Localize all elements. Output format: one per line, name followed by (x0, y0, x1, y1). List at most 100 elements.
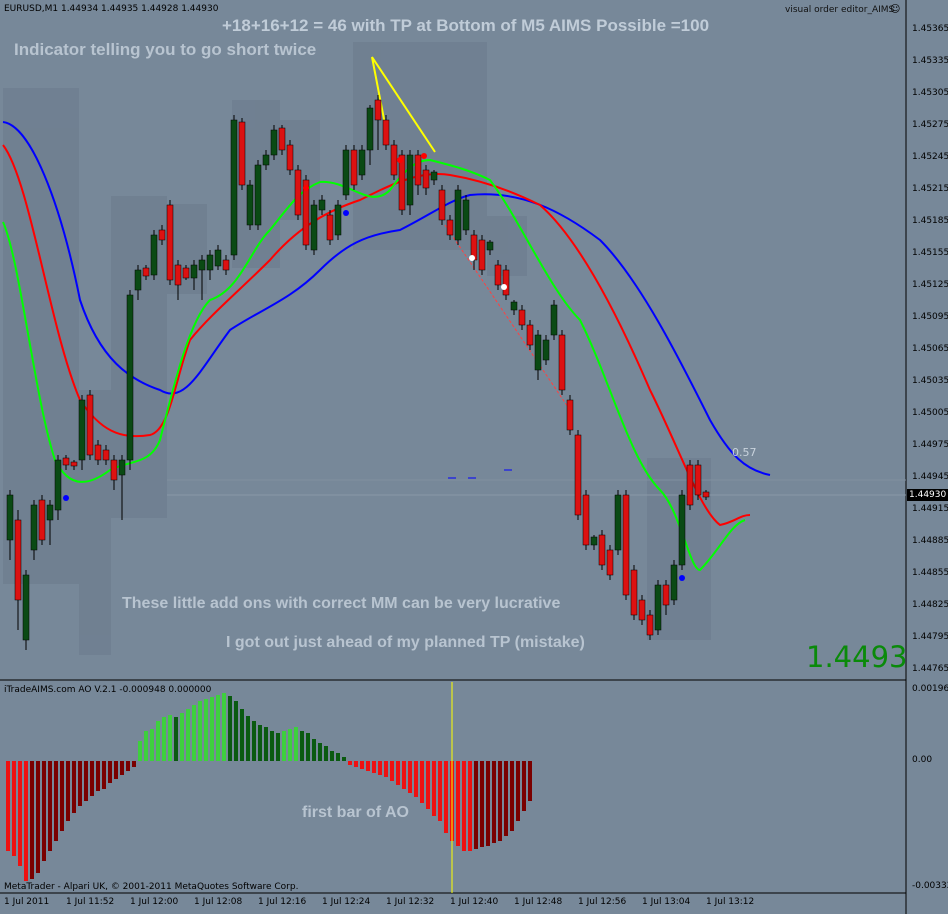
ao-bar (384, 761, 388, 777)
candle-body (670, 564, 678, 601)
signal-dot (469, 255, 475, 261)
candle-body (478, 239, 486, 271)
title-note: +18+16+12 = 46 with TP at Bottom of M5 A… (222, 16, 710, 35)
candle-body (366, 107, 374, 151)
candle-body (390, 144, 398, 176)
signal-dot (679, 575, 685, 581)
time-tick: 1 Jul 12:56 (578, 897, 627, 907)
ao-bar (90, 761, 94, 796)
candle-body (430, 171, 438, 181)
candle-body (86, 394, 94, 456)
ao-bar (336, 753, 340, 761)
ao-bar (192, 705, 196, 761)
price-tick: 1.45065 (912, 344, 948, 354)
ao-bar (522, 761, 526, 811)
time-tick: 1 Jul 12:24 (322, 897, 371, 907)
candle-body (190, 264, 198, 279)
price-tick: 1.44765 (912, 664, 948, 674)
time-tick: 1 Jul 11:52 (66, 897, 115, 907)
candle-body (534, 334, 542, 371)
signal-dot (397, 157, 403, 163)
candle-body (214, 249, 222, 267)
ao-bar (66, 761, 70, 821)
ao-bar (444, 761, 448, 833)
ao-bar (234, 701, 238, 761)
ao-bar (294, 727, 298, 761)
candle-body (414, 154, 422, 186)
ao-bar (120, 761, 124, 775)
ao-bar (84, 761, 88, 801)
price-tick: 1.45305 (912, 88, 948, 98)
ao-bar (54, 761, 58, 841)
editor-label[interactable]: visual order editor_AIMS (785, 5, 894, 15)
ao-bar (324, 746, 328, 761)
candle-body (118, 459, 126, 476)
time-tick: 1 Jul 12:08 (194, 897, 243, 907)
candle-body (318, 199, 326, 211)
ao-bar (132, 761, 136, 767)
ao-bar (72, 761, 76, 813)
ao-bar (306, 733, 310, 761)
ao-bar (366, 761, 370, 771)
ao-bar (360, 761, 364, 769)
ao-bar (186, 709, 190, 761)
candle-body (606, 549, 614, 576)
ao-bar (408, 761, 412, 793)
ao-bar (114, 761, 118, 779)
candle-body (342, 149, 350, 196)
ao-bar (270, 731, 274, 761)
price-chart-canvas[interactable] (0, 0, 948, 914)
ao-bar (258, 725, 262, 761)
exit-note: I got out just ahead of my planned TP (m… (226, 634, 585, 651)
candle-body (278, 127, 286, 151)
ao-histogram (6, 693, 532, 881)
candle-body (142, 267, 150, 277)
signal-dot (501, 284, 507, 290)
price-tick: 1.45095 (912, 312, 948, 322)
ao-bar (252, 721, 256, 761)
ao-bar (96, 761, 100, 791)
price-tick: 1.45275 (912, 120, 948, 130)
ao-bar (204, 699, 208, 761)
candle-body (374, 99, 382, 121)
price-tick: 1.45155 (912, 248, 948, 258)
short-note: Indicator telling you to go short twice (14, 40, 317, 59)
time-tick: 1 Jul 12:16 (258, 897, 307, 907)
candle-body (150, 234, 158, 276)
candle-body (310, 204, 318, 251)
ao-bar (36, 761, 40, 873)
ao-bar (438, 761, 442, 821)
candle-body (510, 301, 518, 311)
candle-body (14, 519, 22, 601)
ao-bar (300, 731, 304, 761)
ao-bar (144, 731, 148, 761)
signal-dot (343, 210, 349, 216)
ao-bar (492, 761, 496, 843)
ao-bar (318, 743, 322, 761)
candle-body (542, 339, 550, 361)
ao-bar (486, 761, 490, 846)
ao-bar (216, 695, 220, 761)
candle-body (526, 324, 534, 346)
candle-body (158, 229, 166, 241)
candle-body (22, 574, 30, 641)
ao-bar (168, 715, 172, 761)
candle-body (638, 599, 646, 621)
ao-bar (180, 713, 184, 761)
ao-bar (288, 729, 292, 761)
candle-body (262, 154, 270, 166)
ao-bar (474, 761, 478, 849)
price-tick: 1.45035 (912, 376, 948, 386)
ao-bar (414, 761, 418, 797)
price-tick: 1.44855 (912, 568, 948, 578)
time-tick: 1 Jul 2011 (4, 897, 50, 907)
ao-tick-zero: 0.00 (912, 755, 933, 765)
candle-body (6, 494, 14, 541)
candle-body (206, 254, 214, 271)
ao-bar (48, 761, 52, 851)
candle-body (406, 154, 414, 206)
signal-dot (421, 153, 427, 159)
ao-tick-top: 0.001965 (912, 684, 948, 694)
candle-body (238, 121, 246, 186)
candle-body (454, 189, 462, 241)
